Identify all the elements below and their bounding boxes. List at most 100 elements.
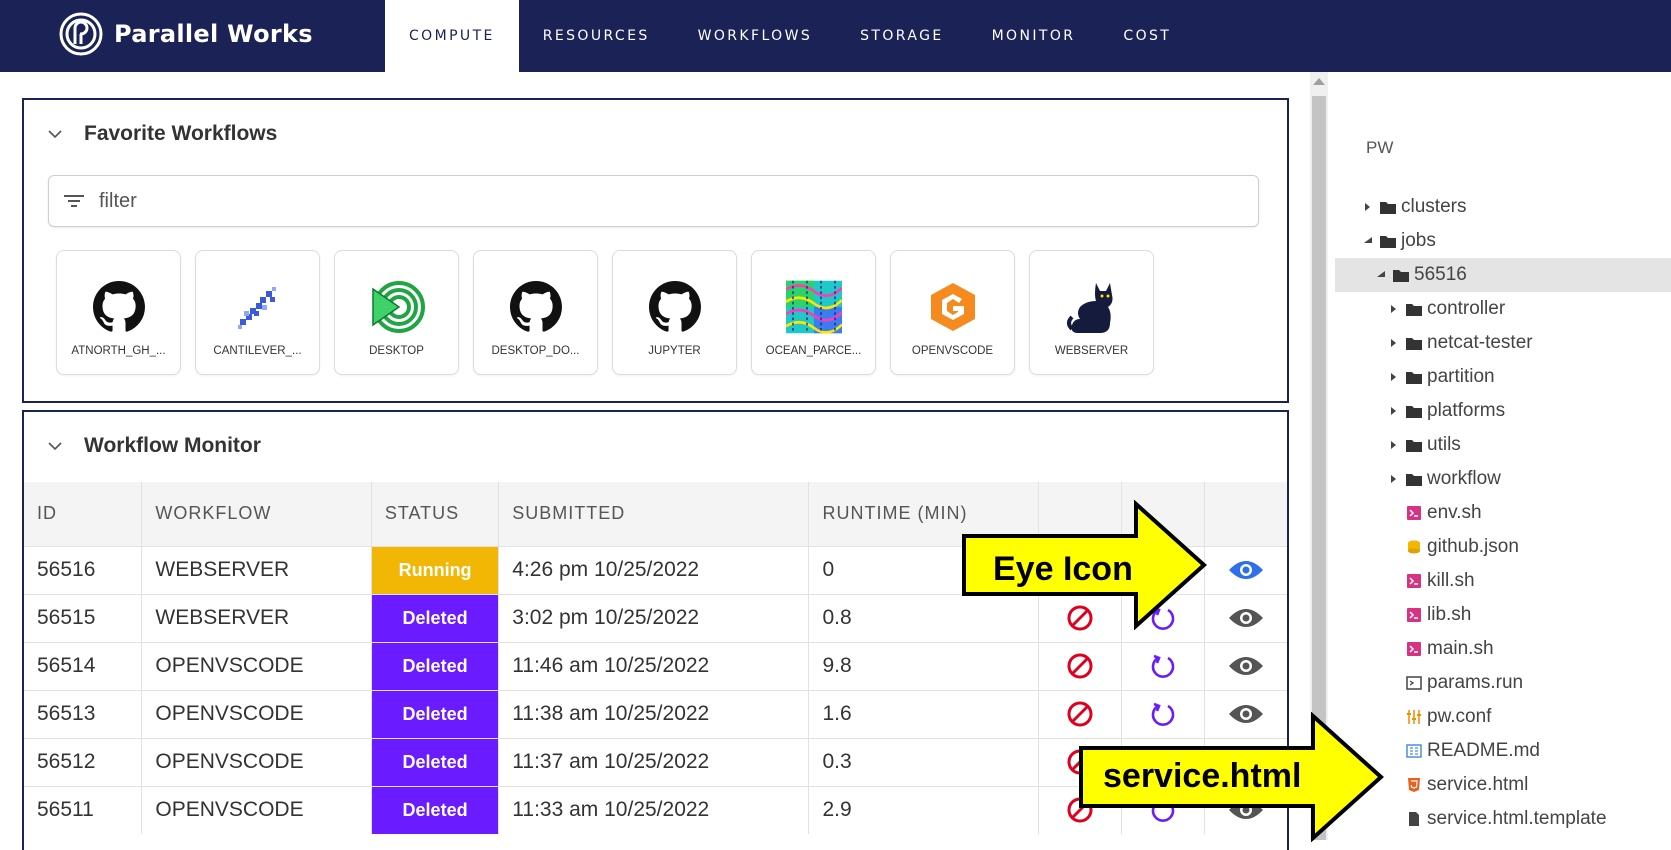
workflow-card-atnorth[interactable]: ATNORTH_GH_...: [56, 250, 181, 375]
tree-item-lib-sh[interactable]: lib.sh: [1335, 598, 1671, 632]
workflow-card-jupyter[interactable]: JUPYTER: [612, 250, 737, 375]
job-submitted: 11:38 am 10/25/2022: [498, 689, 810, 738]
cantilever-icon: [230, 279, 286, 335]
tree-item-github-json[interactable]: github.json: [1335, 530, 1671, 564]
job-runtime: 9.8: [808, 641, 1039, 690]
tree-item-label: service.html.template: [1427, 808, 1607, 829]
job-status-cell: Deleted: [371, 737, 500, 786]
workflow-monitor-header[interactable]: Workflow Monitor: [48, 434, 261, 458]
view-cell: [1204, 545, 1287, 594]
restart-icon[interactable]: [1149, 652, 1177, 680]
tab-compute[interactable]: COMPUTE: [385, 0, 519, 72]
restart-cell: [1121, 641, 1205, 690]
caret-right-icon[interactable]: [1388, 337, 1400, 349]
tree-item-params-run[interactable]: params.run: [1335, 666, 1671, 700]
cancel-icon[interactable]: [1066, 652, 1094, 680]
filter-icon: [64, 195, 84, 207]
caret-right-icon[interactable]: [1388, 303, 1400, 315]
workflow-card-label: DESKTOP: [369, 345, 424, 357]
shell-script-icon: [1407, 608, 1421, 622]
workflow-card-ocean-parcels[interactable]: OCEAN_PARCE...: [751, 250, 876, 375]
folder-icon: [1406, 406, 1422, 418]
caret-down-icon[interactable]: [1375, 269, 1387, 281]
job-workflow: OPENVSCODE: [141, 689, 372, 738]
eye-icon[interactable]: [1228, 606, 1264, 630]
chevron-down-icon[interactable]: [48, 439, 62, 453]
tree-item-label: lib.sh: [1427, 604, 1472, 625]
eye-icon-callout-label: Eye Icon: [993, 550, 1133, 588]
markdown-file-icon: [1406, 744, 1422, 758]
caret-right-icon[interactable]: [1388, 371, 1400, 383]
view-cell: [1204, 641, 1287, 690]
caret-right-icon[interactable]: [1388, 473, 1400, 485]
job-status-cell: Running: [371, 545, 500, 594]
caret-down-icon[interactable]: [1362, 235, 1374, 247]
status-badge: Deleted: [371, 786, 499, 834]
eye-icon[interactable]: [1228, 654, 1264, 678]
desktop-icon: [369, 279, 425, 335]
favorite-workflows-panel: Favorite Workflows ATNORTH_GH_...: [22, 98, 1289, 403]
job-workflow: OPENVSCODE: [141, 641, 372, 690]
top-navigation-bar: Parallel Works COMPUTE RESOURCES WORKFLO…: [0, 0, 1671, 72]
tree-item-label: env.sh: [1427, 502, 1482, 523]
tree-item-controller[interactable]: controller: [1335, 292, 1671, 326]
workflow-card-label: DESKTOP_DO...: [491, 345, 580, 357]
tree-item-jobs[interactable]: jobs: [1335, 224, 1671, 258]
cat-icon: [1064, 279, 1120, 335]
brand[interactable]: Parallel Works: [58, 11, 313, 57]
tree-item-env-sh[interactable]: env.sh: [1335, 496, 1671, 530]
github-icon: [91, 279, 147, 335]
caret-right-icon[interactable]: [1362, 201, 1374, 213]
nav-tabs: COMPUTE RESOURCES WORKFLOWS STORAGE MONI…: [385, 0, 1195, 72]
workflow-card-label: WEBSERVER: [1054, 345, 1129, 357]
tree-item-label: service.html: [1427, 774, 1529, 795]
eye-icon[interactable]: [1228, 558, 1264, 582]
tree-item-netcat-tester[interactable]: netcat-tester: [1335, 326, 1671, 360]
tree-item-utils[interactable]: utils: [1335, 428, 1671, 462]
tree-item-clusters[interactable]: clusters: [1335, 190, 1671, 224]
tree-item-kill-sh[interactable]: kill.sh: [1335, 564, 1671, 598]
job-status-cell: Deleted: [371, 641, 500, 690]
column-header-submitted[interactable]: SUBMITTED: [498, 482, 810, 546]
tree-item-56516[interactable]: 56516: [1335, 258, 1671, 292]
tab-resources[interactable]: RESOURCES: [519, 0, 674, 72]
tree-item-partition[interactable]: partition: [1335, 360, 1671, 394]
column-header-workflow[interactable]: WORKFLOW: [141, 482, 372, 546]
filter-input[interactable]: [99, 189, 1199, 213]
scroll-up-arrow-icon[interactable]: [1313, 78, 1325, 85]
favorite-workflows-header[interactable]: Favorite Workflows: [48, 122, 277, 146]
tab-storage[interactable]: STORAGE: [836, 0, 967, 72]
workflow-card-desktop[interactable]: DESKTOP: [334, 250, 459, 375]
job-workflow: OPENVSCODE: [141, 737, 372, 786]
job-workflow: WEBSERVER: [141, 593, 372, 642]
tab-cost[interactable]: COST: [1099, 0, 1195, 72]
chevron-down-icon[interactable]: [48, 127, 62, 141]
folder-icon: [1406, 372, 1422, 384]
workflow-card-webserver[interactable]: WEBSERVER: [1029, 250, 1154, 375]
github-icon: [647, 279, 703, 335]
workflow-card-cantilever[interactable]: CANTILEVER_...: [195, 250, 320, 375]
tab-monitor[interactable]: MONITOR: [968, 0, 1100, 72]
tree-item-platforms[interactable]: platforms: [1335, 394, 1671, 428]
run-file-icon: [1406, 676, 1422, 690]
tab-workflows[interactable]: WORKFLOWS: [674, 0, 836, 72]
caret-right-icon[interactable]: [1388, 439, 1400, 451]
job-status-cell: Deleted: [371, 785, 500, 834]
tree-item-main-sh[interactable]: main.sh: [1335, 632, 1671, 666]
job-workflow: OPENVSCODE: [141, 785, 372, 834]
tree-item-workflow[interactable]: workflow: [1335, 462, 1671, 496]
column-header-status[interactable]: STATUS: [371, 482, 500, 546]
job-id: 56514: [24, 641, 143, 690]
table-row[interactable]: 56514 OPENVSCODE Deleted 11:46 am 10/25/…: [24, 641, 1287, 690]
shell-script-icon: [1407, 506, 1421, 520]
job-id: 56512: [24, 737, 143, 786]
job-runtime: 1.6: [808, 689, 1039, 738]
tree-item-label: kill.sh: [1427, 570, 1475, 591]
html5-file-icon: [1408, 778, 1420, 792]
column-header-id[interactable]: ID: [24, 482, 143, 546]
workflow-card-desktop-do[interactable]: DESKTOP_DO...: [473, 250, 598, 375]
workflow-card-label: JUPYTER: [648, 345, 701, 357]
caret-right-icon[interactable]: [1388, 405, 1400, 417]
workflow-card-openvscode[interactable]: OPENVSCODE: [890, 250, 1015, 375]
tree-item-label: partition: [1427, 366, 1495, 387]
